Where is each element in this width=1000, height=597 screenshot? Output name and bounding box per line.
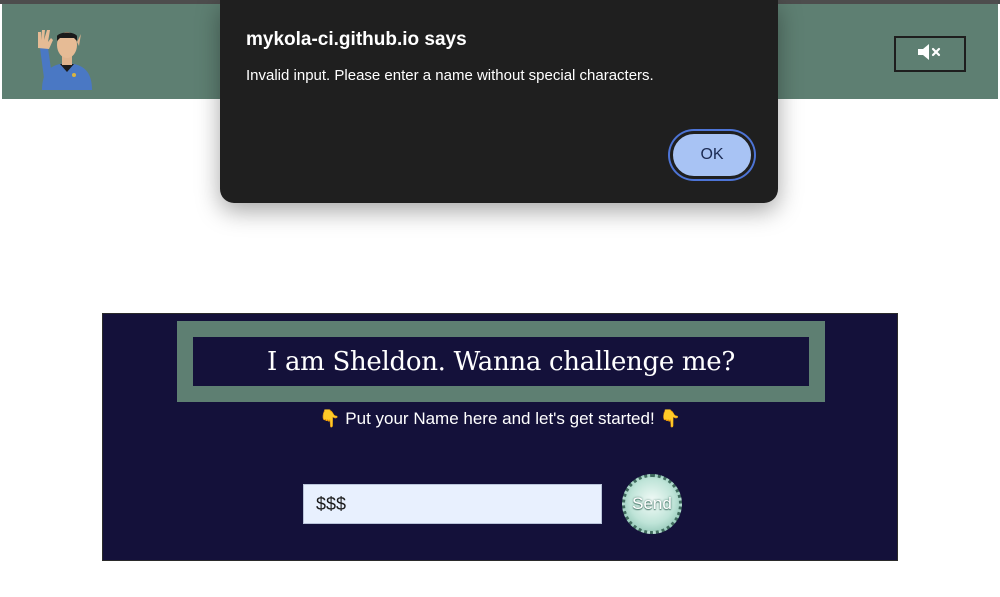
title-box: I am Sheldon. Wanna challenge me? (193, 337, 809, 386)
game-title: I am Sheldon. Wanna challenge me? (267, 346, 735, 377)
name-input[interactable] (303, 484, 602, 524)
alert-title: mykola-ci.github.io says (246, 29, 467, 50)
pointing-down-icon: 👇 (319, 409, 341, 428)
game-panel: I am Sheldon. Wanna challenge me? 👇 Put … (102, 313, 898, 561)
alert-message: Invalid input. Please enter a name witho… (246, 67, 654, 84)
name-prompt: 👇 Put your Name here and let's get start… (103, 409, 897, 429)
mute-button[interactable] (894, 36, 966, 72)
name-prompt-text: Put your Name here and let's get started… (345, 409, 655, 428)
spock-avatar-icon (36, 18, 98, 90)
speaker-muted-icon (916, 42, 944, 67)
pointing-down-icon: 👇 (659, 409, 681, 428)
title-frame: I am Sheldon. Wanna challenge me? (177, 321, 825, 402)
alert-dialog: mykola-ci.github.io says Invalid input. … (220, 0, 778, 203)
send-button[interactable]: Send (622, 474, 682, 534)
ok-button[interactable]: OK (670, 131, 754, 179)
